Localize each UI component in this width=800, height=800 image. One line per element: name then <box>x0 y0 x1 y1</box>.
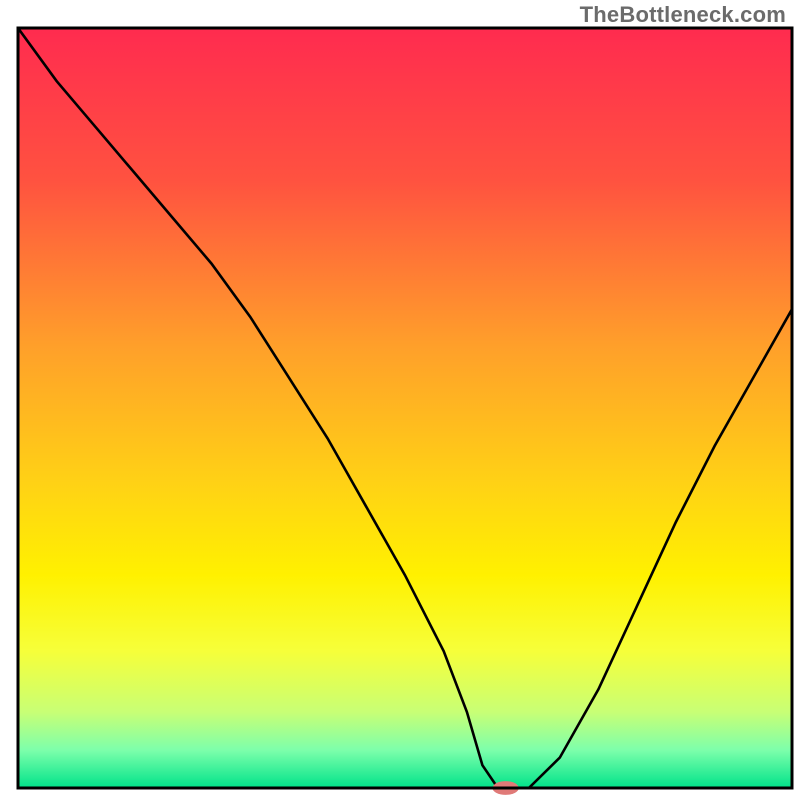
bottleneck-chart <box>0 0 800 800</box>
gradient-background <box>18 28 792 788</box>
chart-frame: { "attribution": "TheBottleneck.com", "c… <box>0 0 800 800</box>
plot-area <box>18 28 792 795</box>
